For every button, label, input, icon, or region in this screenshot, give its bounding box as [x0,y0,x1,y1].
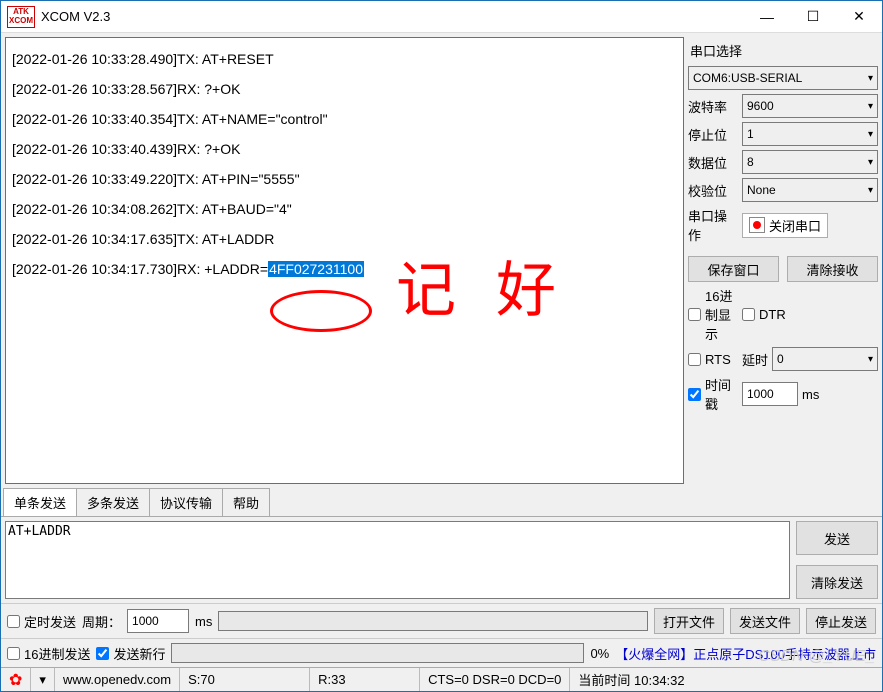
status-r: R:33 [310,668,420,691]
baud-label: 波特率 [688,97,738,116]
baud-select[interactable]: 9600▾ [742,94,878,118]
send-newline-checkbox[interactable]: 发送新行 [96,644,165,663]
send-input[interactable] [5,521,790,599]
parity-select[interactable]: None▾ [742,178,878,202]
timestamp-input[interactable] [742,382,798,406]
rts-checkbox[interactable]: RTS [688,352,738,367]
window-title: XCOM V2.3 [41,9,744,24]
tab-help[interactable]: 帮助 [222,488,270,516]
chevron-down-icon: ▾ [868,73,873,84]
progress-text: 0% [590,646,609,661]
chevron-down-icon: ▾ [868,129,873,140]
log-line: [2022-01-26 10:33:28.567]RX: ?+OK [12,74,677,104]
timestamp-checkbox[interactable]: 时间戳 [688,375,738,413]
highlighted-addr[interactable]: 4FF027231100 [268,261,364,277]
log-line: [2022-01-26 10:34:17.635]TX: AT+LADDR [12,224,677,254]
tab-protocol[interactable]: 协议传输 [149,488,223,516]
tab-single-send[interactable]: 单条发送 [3,488,77,516]
port-section-label: 串口选择 [688,37,878,62]
dropdown-icon[interactable]: ▾ [31,668,55,691]
hex-send-checkbox[interactable]: 16进制发送 [7,644,90,663]
status-signals: CTS=0 DSR=0 DCD=0 [420,668,570,691]
titlebar: ATKXCOM XCOM V2.3 — ☐ ✕ [1,1,882,33]
log-line: [2022-01-26 10:34:08.262]TX: AT+BAUD="4" [12,194,677,224]
url-link[interactable]: www.openedv.com [55,668,180,691]
log-line: [2022-01-26 10:33:40.354]TX: AT+NAME="co… [12,104,677,134]
chevron-down-icon: ▾ [868,185,873,196]
log-line: [2022-01-26 10:34:17.730]RX: +LADDR=4FF0… [12,254,677,284]
hex-display-checkbox[interactable]: 16进制显示 [688,286,738,343]
file-path-display [218,611,648,631]
chevron-down-icon: ▾ [868,157,873,168]
status-time: 当前时间 10:34:32 [570,668,692,691]
period-input[interactable] [127,609,189,633]
log-line: [2022-01-26 10:33:28.490]TX: AT+RESET [12,44,677,74]
clear-send-button[interactable]: 清除发送 [796,565,878,599]
terminal-output[interactable]: [2022-01-26 10:33:28.490]TX: AT+RESET [2… [5,37,684,484]
stop-select[interactable]: 1▾ [742,122,878,146]
app-logo: ATKXCOM [7,6,35,28]
log-line: [2022-01-26 10:33:40.439]RX: ?+OK [12,134,677,164]
close-button[interactable]: ✕ [836,2,882,32]
save-window-button[interactable]: 保存窗口 [688,256,779,282]
delay-select[interactable]: 0▾ [772,347,878,371]
parity-label: 校验位 [688,181,738,200]
status-bar: ✿ ▾ www.openedv.com S:70 R:33 CTS=0 DSR=… [1,667,882,691]
status-dot-icon [749,217,765,233]
ad-link[interactable]: 【火爆全网】正点原子DS100手持示波器上市 [615,644,876,663]
stop-label: 停止位 [688,125,738,144]
delay-label: 延时 [742,350,768,369]
minimize-button[interactable]: — [744,2,790,32]
tab-multi-send[interactable]: 多条发送 [76,488,150,516]
timed-send-checkbox[interactable]: 定时发送 [7,612,76,631]
stop-send-button[interactable]: 停止发送 [806,608,876,634]
period-label: 周期： [82,612,121,631]
maximize-button[interactable]: ☐ [790,2,836,32]
log-line: [2022-01-26 10:33:49.220]TX: AT+PIN="555… [12,164,677,194]
dtr-checkbox[interactable]: DTR [742,307,792,322]
status-s: S:70 [180,668,310,691]
send-file-button[interactable]: 发送文件 [730,608,800,634]
send-button[interactable]: 发送 [796,521,878,555]
settings-panel: 串口选择 COM6:USB-SERIAL▾ 波特率9600▾ 停止位1▾ 数据位… [688,37,878,484]
open-file-button[interactable]: 打开文件 [654,608,724,634]
data-label: 数据位 [688,153,738,172]
data-select[interactable]: 8▾ [742,150,878,174]
chevron-down-icon: ▾ [868,354,873,365]
op-label: 串口操作 [688,206,738,244]
gear-icon[interactable]: ✿ [1,668,31,691]
port-select[interactable]: COM6:USB-SERIAL▾ [688,66,878,90]
clear-rx-button[interactable]: 清除接收 [787,256,878,282]
ms-label: ms [802,387,819,402]
chevron-down-icon: ▾ [868,101,873,112]
ms-label: ms [195,614,212,629]
progress-bar [171,643,584,663]
annotation-circle [270,290,372,332]
tabs: 单条发送 多条发送 协议传输 帮助 [1,488,882,517]
close-port-button[interactable]: 关闭串口 [742,213,828,238]
